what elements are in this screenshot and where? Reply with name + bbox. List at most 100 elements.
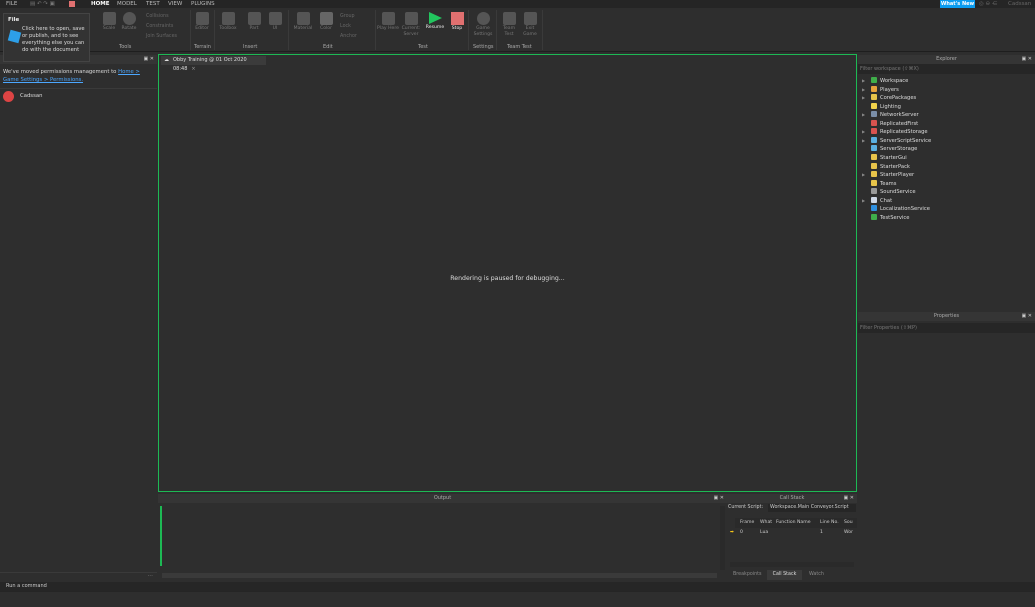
play-icon [382,12,395,25]
tab-plugins[interactable]: PLUGINS [191,1,215,7]
service-icon [871,111,877,117]
column-header[interactable]: What [760,518,772,528]
properties-filter-input[interactable]: Filter Properties (⇧⌘P) [858,323,1035,333]
tab-home[interactable]: HOME [91,1,110,7]
whats-new-button[interactable]: What's New [940,0,975,8]
ui-button[interactable]: UI [264,12,286,32]
panel-window-buttons[interactable]: ▣ ✕ [1021,55,1032,64]
resume-button[interactable]: Resume [424,12,446,31]
table-row[interactable]: ➡0Lua1Wor [735,530,857,538]
properties-panel: Properties▣ ✕ Filter Properties (⇧⌘P) [858,312,1035,580]
quick-access-toolbar[interactable]: ▤ ↶ ↷ ▣ [30,1,70,7]
play-here-button[interactable]: Play Here [377,12,399,32]
explorer-item[interactable]: LocalizationService [862,205,930,214]
stop-icon[interactable] [69,1,75,7]
panel-window-buttons[interactable]: ▣ ✕ [1021,312,1032,321]
part-button[interactable]: Part [243,12,265,32]
explorer-item[interactable]: ▶Players [862,86,899,95]
help-icons[interactable]: ◎ ⊖ ⋲ [979,1,997,7]
expand-arrow-icon[interactable]: ▶ [862,128,871,137]
explorer-item[interactable]: ReplicatedFirst [862,120,918,129]
service-icon [871,94,877,100]
explorer-item[interactable]: Teams [862,180,896,189]
scale-button[interactable]: Scale [98,12,120,32]
expand-arrow-icon[interactable]: ▶ [862,86,871,95]
color-button[interactable]: Color [315,12,337,32]
group-terrain: Terrain [194,44,211,50]
expand-arrow-icon[interactable]: ▶ [862,137,871,146]
stop-button[interactable]: Stop [446,12,468,32]
service-icon [871,154,877,160]
callstack-hscrollbar[interactable] [730,562,854,567]
output-hscrollbar[interactable] [162,573,717,578]
more-icon[interactable]: ⋯ [0,572,157,580]
game-settings-button[interactable]: Game Settings [472,12,494,38]
explorer-item[interactable]: ▶CorePackages [862,94,916,103]
service-icon [871,145,877,151]
explorer-item[interactable]: Lighting [862,103,901,112]
explorer-item[interactable]: ▶ReplicatedStorage [862,128,928,137]
explorer-item[interactable]: ▶StarterPlayer [862,171,914,180]
explorer-item[interactable]: ▶ServerScriptService [862,137,931,146]
panel-window-buttons[interactable]: ▣ ✕ [843,494,854,503]
current-server-button[interactable]: Current: Server [400,12,422,38]
explorer-item[interactable]: TestService [862,214,909,223]
user-row[interactable]: Cadssan [0,89,157,103]
explorer-item[interactable]: SoundService [862,188,916,197]
expand-arrow-icon[interactable]: ▶ [862,197,871,206]
team-test-button[interactable]: Team Test [498,12,520,38]
column-header[interactable]: Line No. [820,518,839,528]
file-tooltip: File Click here to open, save or publish… [3,13,90,62]
rotate-button[interactable]: Rotate [118,12,140,32]
explorer-item[interactable]: ▶Chat [862,197,892,206]
current-script-select[interactable]: Workspace.Main Conveyor.Script [768,504,856,512]
explorer-item[interactable]: ▶NetworkServer [862,111,919,120]
tab-view[interactable]: VIEW [168,1,182,7]
panel-window-buttons[interactable]: ▣ ✕ [713,494,724,503]
anchor-button[interactable]: Anchor [340,34,357,39]
material-icon [297,12,310,25]
explorer-item[interactable]: ServerStorage [862,145,917,154]
table-cell: Lua [760,530,768,535]
command-bar[interactable]: Run a command [0,582,1035,591]
tab-model[interactable]: MODEL [117,1,137,7]
game-viewport[interactable]: ☁Obby Training @ 01 Oct 2020 08:48× Rend… [158,54,857,492]
call-stack-panel: Call Stack▣ ✕ Current Script: Workspace.… [727,494,857,580]
tab-call-stack[interactable]: Call Stack [767,570,802,580]
expand-arrow-icon[interactable]: ▶ [862,171,871,180]
expand-arrow-icon[interactable]: ▶ [862,94,871,103]
tab-breakpoints[interactable]: Breakpoints [733,570,762,580]
tab-watch[interactable]: Watch [809,570,824,580]
column-header[interactable]: Function Name [776,518,811,528]
lock-button[interactable]: Lock [340,24,351,29]
exit-game-button[interactable]: Exit Game [519,12,541,38]
tab-test[interactable]: TEST [146,1,160,7]
constraints-toggle[interactable]: Constraints [146,24,173,29]
expand-arrow-icon[interactable]: ▶ [862,111,871,120]
terrain-editor-button[interactable]: Editor [191,12,213,32]
output-vscrollbar[interactable] [720,506,725,570]
column-header[interactable]: Frame [740,518,754,528]
service-icon [871,137,877,143]
explorer-filter-input[interactable]: Filter workspace (⇧⌘X) [858,64,1035,74]
explorer-item[interactable]: StarterGui [862,154,907,163]
table-cell: 0 [740,530,743,535]
tooltip-body: Click here to open, save or publish, and… [22,26,85,54]
close-tab-icon[interactable]: × [191,66,195,72]
explorer-item[interactable]: ▶Workspace [862,77,908,86]
collisions-toggle[interactable]: Collisions [146,14,169,19]
join-surfaces-toggle[interactable]: Join Surfaces [146,34,177,39]
explorer-item[interactable]: StarterPack [862,163,910,172]
group-tools: Tools [119,44,131,50]
group-button[interactable]: Group [340,14,355,19]
debug-tabs: Breakpoints Call Stack Watch [727,570,857,580]
tab-place[interactable]: ☁Obby Training @ 01 Oct 2020 08:48× [161,56,266,65]
toolbox-button[interactable]: Toolbox [217,12,239,32]
ui-icon [269,12,282,25]
file-menu[interactable]: FILE [6,1,17,7]
panel-window-buttons[interactable]: ▣ ✕ [143,55,154,64]
material-button[interactable]: Material [292,12,314,32]
column-header[interactable]: Sou [844,518,853,528]
expand-arrow-icon[interactable]: ▶ [862,77,871,86]
user-menu[interactable]: Cadssan [1008,1,1031,7]
